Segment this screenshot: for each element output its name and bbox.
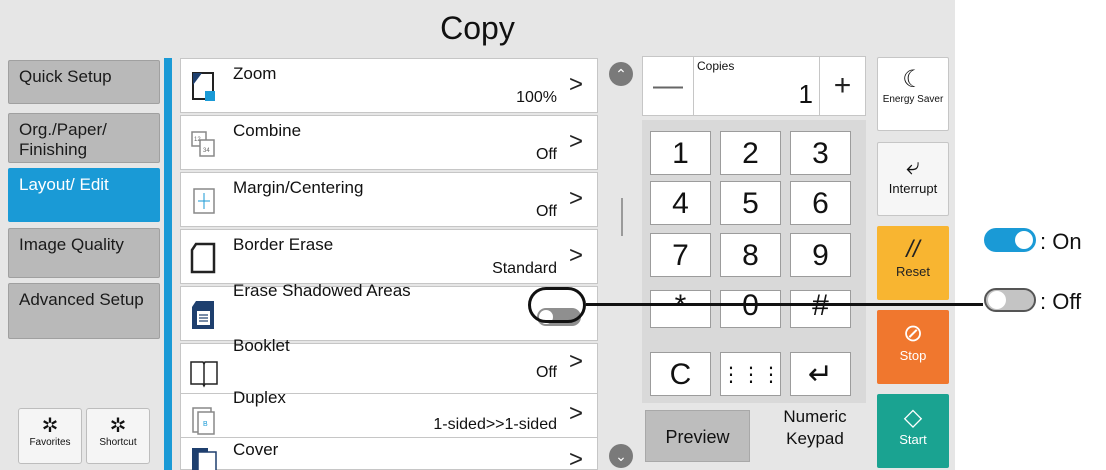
chevron-right-icon: > bbox=[568, 71, 583, 98]
stop-button[interactable]: ⊘ Stop bbox=[877, 310, 949, 384]
legend-off-label: : Off bbox=[1040, 289, 1082, 314]
interrupt-icon: ⤶ bbox=[906, 153, 920, 180]
function-row-border-erase[interactable]: Border Erase Standard > bbox=[180, 229, 598, 284]
legend-toggle-off bbox=[984, 288, 1036, 312]
copies-plus-button[interactable]: + bbox=[819, 57, 865, 115]
scroll-up-button[interactable]: ⌃ bbox=[609, 62, 633, 86]
key-6[interactable]: 6 bbox=[790, 181, 851, 225]
tab-layout-edit[interactable]: Layout/ Edit bbox=[8, 168, 160, 222]
key-5[interactable]: 5 bbox=[720, 181, 781, 225]
function-row-zoom[interactable]: Zoom 100% > bbox=[180, 58, 598, 113]
svg-text:34: 34 bbox=[203, 148, 210, 154]
shortcut-icon: ✲ bbox=[109, 415, 127, 437]
moon-icon: ☾ bbox=[902, 66, 924, 93]
copies-minus-button[interactable]: — bbox=[643, 57, 694, 115]
reset-button[interactable]: // Reset bbox=[877, 226, 949, 300]
combine-icon: 1234 bbox=[191, 131, 215, 157]
key-4[interactable]: 4 bbox=[650, 181, 711, 225]
chevron-right-icon: > bbox=[568, 185, 583, 212]
key-1[interactable]: 1 bbox=[650, 131, 711, 175]
copies-label: Copies bbox=[697, 59, 735, 73]
chevron-right-icon: > bbox=[568, 400, 583, 427]
numeric-keypad-button[interactable]: Numeric Keypad bbox=[765, 406, 865, 450]
cover-icon bbox=[192, 448, 217, 470]
chevron-up-icon: ⌃ bbox=[615, 66, 627, 82]
tab-advanced-setup[interactable]: Advanced Setup bbox=[8, 283, 160, 339]
key-8[interactable]: 8 bbox=[720, 233, 781, 277]
active-tab-indicator bbox=[164, 58, 172, 470]
energy-saver-button[interactable]: ☾ Energy Saver bbox=[877, 57, 949, 131]
erase-shadow-icon bbox=[192, 301, 214, 329]
zoom-icon bbox=[192, 72, 215, 101]
favorites-button[interactable]: ✲ Favorites bbox=[18, 408, 82, 464]
legend-toggle-on bbox=[984, 228, 1036, 252]
start-icon: ◇ bbox=[903, 404, 923, 431]
function-row-cover[interactable]: Cover > bbox=[180, 437, 598, 470]
key-2[interactable]: 2 bbox=[720, 131, 781, 175]
key-clear[interactable]: C bbox=[650, 352, 711, 396]
chevron-right-icon: > bbox=[568, 242, 583, 269]
callout-line bbox=[586, 303, 983, 306]
key-asterisk[interactable]: * bbox=[650, 290, 711, 328]
chevron-down-icon: ⌄ bbox=[615, 448, 627, 464]
chevron-right-icon: > bbox=[568, 446, 583, 470]
toggle-highlight-ring bbox=[528, 287, 586, 323]
tab-quick-setup[interactable]: Quick Setup bbox=[8, 60, 160, 104]
key-hash[interactable]: # bbox=[790, 290, 851, 328]
svg-text:B: B bbox=[203, 421, 208, 428]
tab-org-paper-finishing[interactable]: Org./Paper/ Finishing bbox=[8, 113, 160, 163]
copies-stepper: — Copies 1 + bbox=[642, 56, 866, 116]
border-erase-icon bbox=[190, 242, 216, 274]
interrupt-button[interactable]: ⤶ Interrupt bbox=[877, 142, 949, 216]
toggle-knob bbox=[988, 291, 1006, 309]
chevron-right-icon: > bbox=[568, 348, 583, 375]
page-title: Copy bbox=[440, 10, 515, 46]
booklet-icon bbox=[190, 361, 218, 388]
key-9[interactable]: 9 bbox=[790, 233, 851, 277]
key-0[interactable]: 0 bbox=[720, 290, 781, 328]
scroll-down-button[interactable]: ⌄ bbox=[609, 444, 633, 468]
key-more-icon[interactable]: ⋮⋮⋮ bbox=[720, 352, 781, 396]
preview-button[interactable]: Preview bbox=[645, 410, 750, 462]
function-row-margin-centering[interactable]: Margin/Centering Off > bbox=[180, 172, 598, 227]
key-7[interactable]: 7 bbox=[650, 233, 711, 277]
key-enter[interactable]: ↵ bbox=[790, 352, 851, 396]
chevron-right-icon: > bbox=[568, 128, 583, 155]
duplex-icon: B bbox=[192, 407, 215, 435]
shortcut-button[interactable]: ✲ Shortcut bbox=[86, 408, 150, 464]
svg-text:12: 12 bbox=[194, 137, 201, 143]
stop-icon: ⊘ bbox=[902, 320, 924, 347]
start-button[interactable]: ◇ Start bbox=[877, 394, 949, 468]
function-row-combine[interactable]: 12 34 Combine Off > bbox=[180, 115, 598, 170]
margin-icon bbox=[193, 188, 215, 214]
copy-screen-panel: Copy Quick Setup Org./Paper/ Finishing L… bbox=[0, 0, 955, 470]
reset-icon: // bbox=[906, 236, 920, 263]
favorites-icon: ✲ bbox=[41, 415, 59, 437]
toggle-knob bbox=[1015, 231, 1033, 249]
tab-image-quality[interactable]: Image Quality bbox=[8, 228, 160, 278]
legend-on-label: : On bbox=[1040, 229, 1082, 254]
key-3[interactable]: 3 bbox=[790, 131, 851, 175]
scroll-track[interactable] bbox=[621, 198, 623, 236]
copies-value[interactable]: 1 bbox=[783, 79, 813, 110]
